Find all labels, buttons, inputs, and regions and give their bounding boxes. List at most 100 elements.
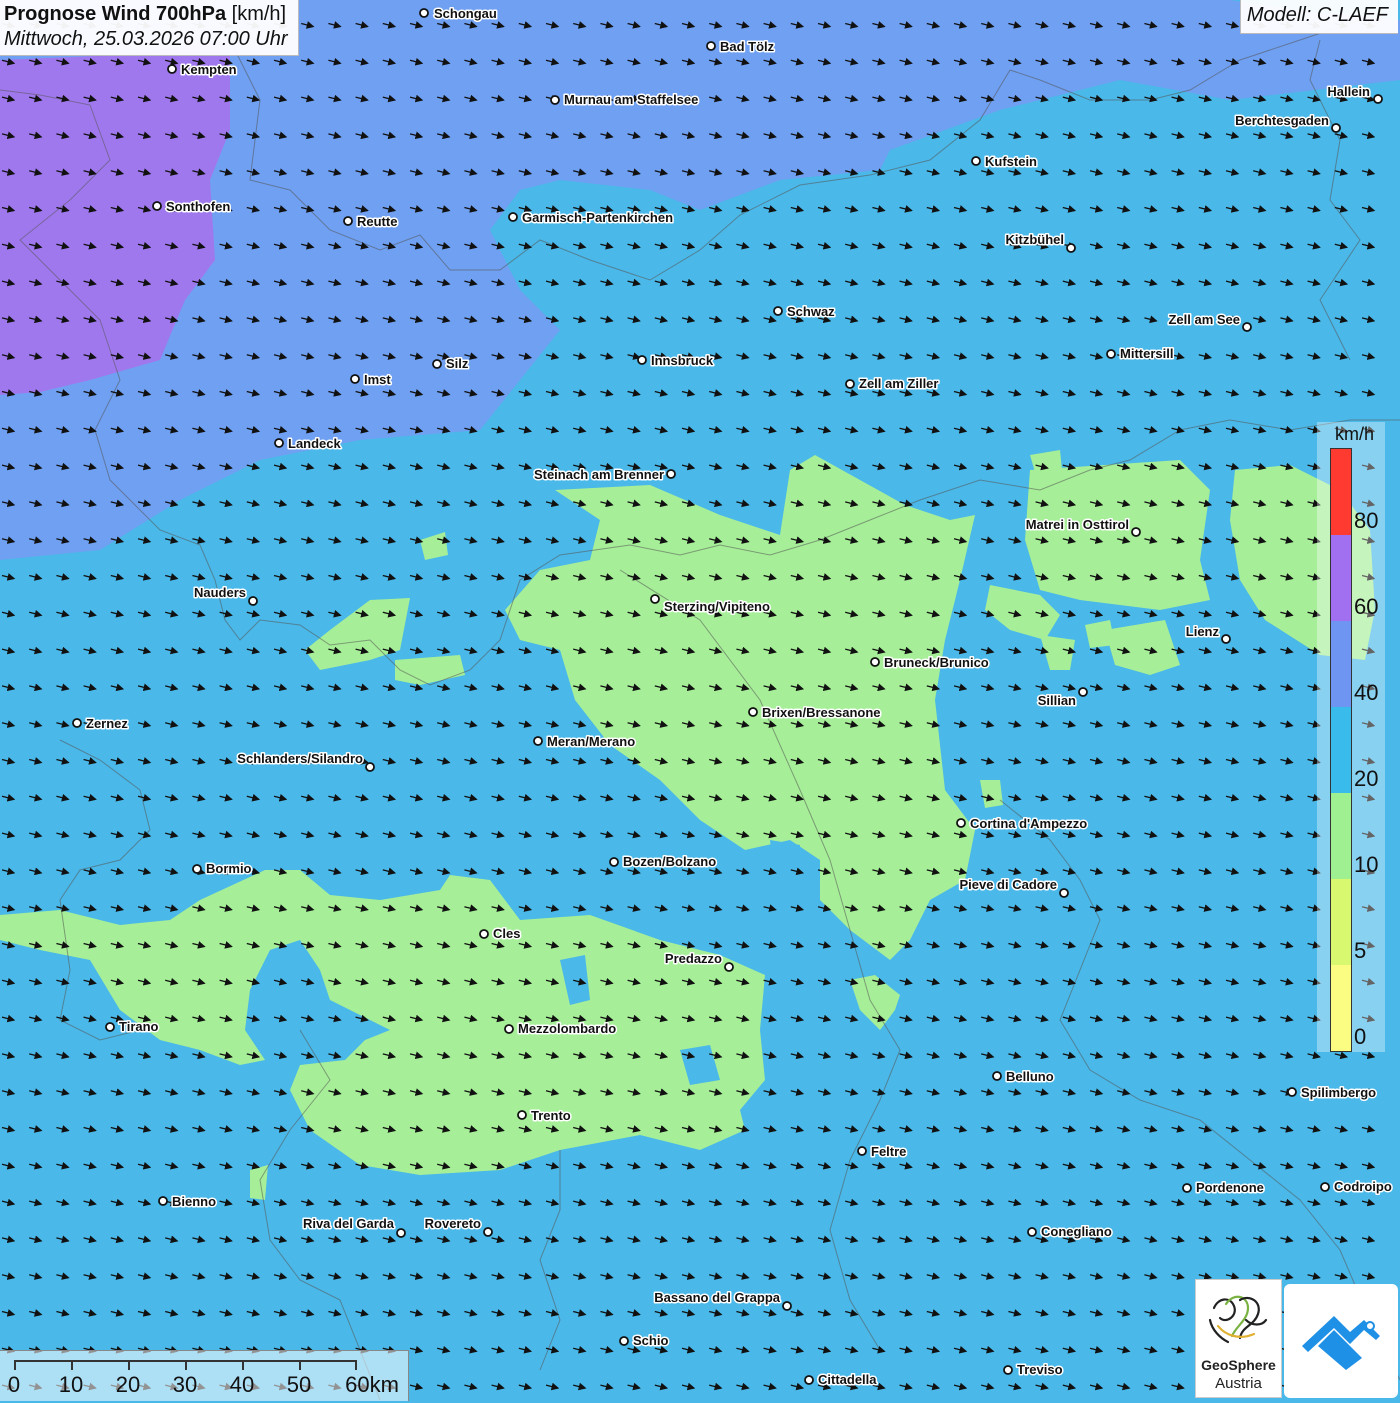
city-marker xyxy=(365,762,375,772)
forecast-datetime: Mittwoch, 25.03.2026 07:00 Uhr xyxy=(4,28,288,50)
app-logo-icon xyxy=(1302,1316,1380,1370)
city-marker xyxy=(152,201,162,211)
city-marker xyxy=(666,469,676,479)
city-marker xyxy=(192,864,202,874)
city-marker xyxy=(1182,1183,1192,1193)
city-label: Mittersill xyxy=(1120,346,1173,361)
city-label: Mezzolombardo xyxy=(518,1021,616,1036)
city-marker xyxy=(550,95,560,105)
city-marker xyxy=(1320,1182,1330,1192)
city-marker xyxy=(992,1071,1002,1081)
scale-tick xyxy=(71,1360,73,1370)
legend-tick-0: 0 xyxy=(1354,1024,1367,1049)
title-main: Prognose Wind 700hPa xyxy=(4,3,227,25)
city-marker xyxy=(773,306,783,316)
legend-tick-10: 10 xyxy=(1354,852,1379,877)
city-marker xyxy=(619,1336,629,1346)
city-label: Pieve di Cadore xyxy=(959,877,1057,892)
city-marker xyxy=(508,212,518,222)
city-label: Sonthofen xyxy=(166,199,230,214)
city-marker xyxy=(432,359,442,369)
city-label: Lienz xyxy=(1186,624,1220,639)
geosphere-sub: Austria xyxy=(1215,1375,1262,1392)
city-marker xyxy=(637,355,647,365)
city-label: Kempten xyxy=(181,62,237,77)
city-label: Conegliano xyxy=(1041,1224,1112,1239)
city-label: Belluno xyxy=(1006,1069,1054,1084)
city-label: Cles xyxy=(493,926,520,941)
city-marker xyxy=(105,1022,115,1032)
city-label: Trento xyxy=(531,1108,571,1123)
legend-tick-60: 60 xyxy=(1354,594,1379,619)
city-marker xyxy=(483,1227,493,1237)
legend-tick-40: 40 xyxy=(1354,680,1379,705)
city-marker xyxy=(248,596,258,606)
city-marker xyxy=(1003,1365,1013,1375)
city-label: Schongau xyxy=(434,6,497,21)
scale-label: 20 xyxy=(115,1372,141,1397)
city-marker xyxy=(1331,123,1341,133)
city-label: Silz xyxy=(446,356,469,371)
city-label: Bormio xyxy=(206,861,252,876)
geosphere-logo[interactable]: GeoSphere Austria xyxy=(1195,1279,1282,1398)
page-title: Prognose Wind 700hPa [km/h] xyxy=(4,3,288,26)
city-marker xyxy=(1066,243,1076,253)
legend-segment-80 xyxy=(1331,449,1351,535)
scale-tick xyxy=(355,1360,357,1370)
city-marker xyxy=(1027,1227,1037,1237)
city-label: Landeck xyxy=(288,436,342,451)
city-label: Rovereto xyxy=(425,1216,481,1231)
city-label: Pordenone xyxy=(1196,1180,1264,1195)
city-marker xyxy=(517,1110,527,1120)
city-label: Hallein xyxy=(1327,84,1370,99)
wind-map: Schongau Bad Tölz Kempten Murnau am Staffel… xyxy=(0,0,1400,1400)
legend-segment-40 xyxy=(1331,621,1351,707)
city-marker xyxy=(504,1024,514,1034)
legend-tick-80: 80 xyxy=(1354,508,1379,533)
app-logo[interactable] xyxy=(1284,1284,1398,1398)
city-label: Cortina d'Ampezzo xyxy=(970,816,1087,831)
city-label: Zell am See xyxy=(1168,312,1240,327)
legend-segment-5 xyxy=(1331,879,1351,965)
city-marker xyxy=(419,8,429,18)
city-marker xyxy=(782,1301,792,1311)
city-label: Feltre xyxy=(871,1144,906,1159)
legend-segment-10 xyxy=(1331,793,1351,879)
city-label: Schwaz xyxy=(787,304,835,319)
legend-unit: km/h xyxy=(1335,424,1375,444)
city-label: Kitzbühel xyxy=(1006,232,1065,247)
city-label: Sillian xyxy=(1038,693,1076,708)
city-marker xyxy=(1131,527,1141,537)
city-label: Murnau am Staffelsee xyxy=(564,92,698,107)
city-marker xyxy=(396,1228,406,1238)
city-marker xyxy=(706,41,716,51)
city-marker xyxy=(724,962,734,972)
legend-tick-5: 5 xyxy=(1354,938,1367,963)
city-marker xyxy=(1106,349,1116,359)
city-label: Nauders xyxy=(194,585,246,600)
scale-label: 60km xyxy=(345,1372,399,1397)
city-label: Steinach am Brenner xyxy=(534,467,664,482)
city-marker xyxy=(533,736,543,746)
model-label: Modell: C-LAEF xyxy=(1239,0,1398,34)
city-label: Matrei in Osttirol xyxy=(1026,517,1129,532)
city-label: Berchtesgaden xyxy=(1235,113,1329,128)
city-marker xyxy=(350,374,360,384)
city-label: Innsbruck xyxy=(651,353,714,368)
city-label: Brixen/Bressanone xyxy=(762,705,881,720)
legend-tick-20: 20 xyxy=(1354,766,1379,791)
legend-segment-20 xyxy=(1331,707,1351,793)
scale-label: 40 xyxy=(229,1372,255,1397)
city-label: Bassano del Grappa xyxy=(654,1290,780,1305)
legend-segment-60 xyxy=(1331,535,1351,621)
scale-tick xyxy=(14,1360,16,1370)
city-label: Treviso xyxy=(1017,1362,1063,1377)
city-marker xyxy=(1287,1087,1297,1097)
title-box: Prognose Wind 700hPa [km/h] Mittwoch, 25… xyxy=(0,0,299,56)
city-label: Codroipo xyxy=(1334,1179,1392,1194)
city-marker xyxy=(1221,634,1231,644)
scale-tick xyxy=(299,1360,301,1370)
city-marker xyxy=(845,379,855,389)
city-marker xyxy=(857,1146,867,1156)
city-label: Imst xyxy=(364,372,391,387)
